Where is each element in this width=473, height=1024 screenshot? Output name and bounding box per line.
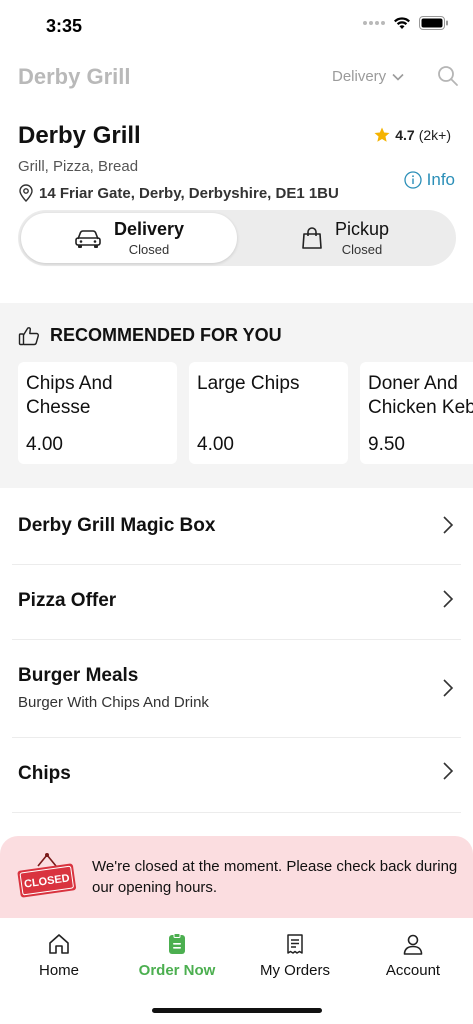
rating-score: 4.7 bbox=[395, 127, 415, 143]
search-icon bbox=[438, 66, 458, 86]
home-indicator bbox=[152, 1008, 322, 1013]
info-icon bbox=[403, 171, 422, 189]
restaurant-info: Derby Grill 4.7 (2k+) Grill, Pizza, Brea… bbox=[0, 118, 473, 278]
signal-icon bbox=[363, 21, 385, 25]
tab-my-orders[interactable]: My Orders bbox=[236, 932, 354, 979]
closed-sign-icon: CLOSED bbox=[17, 853, 77, 898]
home-icon bbox=[49, 934, 69, 954]
restaurant-name: Derby Grill bbox=[18, 122, 141, 149]
recommended-item-name: Large Chips bbox=[197, 373, 300, 394]
rating: 4.7 (2k+) bbox=[373, 126, 451, 144]
tab-my-orders-label: My Orders bbox=[259, 962, 330, 979]
recommended-item-price: 9.50 bbox=[368, 434, 405, 455]
order-mode-dropdown[interactable]: Delivery bbox=[332, 68, 404, 85]
tab-order-now[interactable]: Order Now bbox=[118, 932, 236, 979]
top-nav: Derby Grill Delivery bbox=[0, 58, 473, 98]
info-label: Info bbox=[426, 170, 455, 189]
status-icons bbox=[363, 16, 449, 30]
car-icon bbox=[75, 230, 101, 248]
chevron-right-icon bbox=[443, 516, 454, 534]
info-button[interactable]: Info bbox=[403, 170, 455, 190]
recommended-header: RECOMMENDED FOR YOU bbox=[18, 325, 282, 346]
address-text: 14 Friar Gate, Derby, Derbyshire, DE1 1B… bbox=[39, 184, 339, 202]
menu-category-title: Pizza Offer bbox=[18, 590, 117, 611]
tab-home[interactable]: Home bbox=[0, 932, 118, 979]
pickup-option[interactable]: Pickup Closed bbox=[237, 213, 453, 263]
recommended-card[interactable]: Doner And Chicken Kebab 9.50 bbox=[360, 362, 473, 464]
menu-category-row[interactable]: Derby Grill Magic Box bbox=[12, 490, 461, 565]
order-mode-label: Delivery bbox=[332, 68, 387, 85]
menu-category-row[interactable]: Burger Meals Burger With Chips And Drink bbox=[12, 640, 461, 738]
tab-account[interactable]: Account bbox=[354, 932, 472, 979]
closed-message: We're closed at the moment. Please check… bbox=[92, 858, 458, 896]
chevron-right-icon bbox=[443, 762, 454, 780]
location-pin-icon bbox=[19, 184, 33, 202]
thumbs-up-icon bbox=[18, 326, 39, 345]
menu-category-title: Derby Grill Magic Box bbox=[18, 515, 216, 536]
pickup-label: Pickup bbox=[334, 219, 390, 239]
wifi-icon bbox=[394, 17, 410, 29]
chevron-right-icon bbox=[443, 679, 454, 697]
order-mode-toggle: Delivery Closed Pickup Closed bbox=[18, 210, 456, 266]
cuisine-list: Grill, Pizza, Bread bbox=[18, 158, 139, 175]
pickup-status: Closed bbox=[341, 242, 383, 257]
delivery-status: Closed bbox=[128, 242, 170, 257]
brand-title: Derby Grill bbox=[18, 64, 131, 89]
tab-account-label: Account bbox=[385, 962, 441, 979]
order-icon bbox=[169, 933, 185, 954]
battery-icon bbox=[419, 16, 448, 30]
chevron-right-icon bbox=[443, 590, 454, 608]
status-time: 3:35 bbox=[46, 16, 83, 36]
menu-category-row[interactable]: Chips bbox=[12, 738, 461, 813]
status-bar: 3:35 bbox=[0, 0, 473, 50]
recommended-item-price: 4.00 bbox=[197, 434, 234, 455]
star-icon bbox=[374, 127, 390, 142]
recommended-card[interactable]: Chips And Chesse 4.00 bbox=[18, 362, 177, 464]
bottom-tab-bar: Home Order Now My Orders Account bbox=[0, 918, 473, 1024]
tab-home-label: Home bbox=[38, 962, 79, 979]
closed-banner: CLOSED We're closed at the moment. Pleas… bbox=[0, 836, 473, 918]
person-icon bbox=[403, 934, 423, 955]
recommended-item-name: Chips And Chesse bbox=[26, 373, 113, 418]
address: 14 Friar Gate, Derby, Derbyshire, DE1 1B… bbox=[18, 184, 339, 202]
recommended-section: RECOMMENDED FOR YOU Chips And Chesse 4.0… bbox=[0, 303, 473, 488]
menu-category-list: Derby Grill Magic Box Pizza Offer Burger… bbox=[0, 490, 473, 813]
recommended-title: RECOMMENDED FOR YOU bbox=[50, 325, 282, 345]
delivery-label: Delivery bbox=[113, 219, 185, 239]
recommended-item-price: 4.00 bbox=[26, 434, 63, 455]
search-button[interactable] bbox=[436, 64, 462, 90]
menu-category-title: Burger Meals bbox=[18, 665, 139, 686]
shopping-bag-icon bbox=[302, 227, 322, 249]
recommended-card[interactable]: Large Chips 4.00 bbox=[189, 362, 348, 464]
tab-order-now-label: Order Now bbox=[138, 962, 216, 979]
recommended-item-name: Doner And Chicken Kebab bbox=[368, 373, 473, 418]
chevron-down-icon bbox=[392, 73, 404, 81]
recommended-carousel[interactable]: Chips And Chesse 4.00 Large Chips 4.00 D… bbox=[18, 362, 473, 464]
rating-count: (2k+) bbox=[418, 127, 451, 143]
menu-category-subtitle: Burger With Chips And Drink bbox=[18, 694, 209, 711]
menu-category-title: Chips bbox=[18, 763, 71, 784]
delivery-option[interactable]: Delivery Closed bbox=[21, 213, 237, 263]
menu-category-row[interactable]: Pizza Offer bbox=[12, 565, 461, 640]
receipt-icon bbox=[287, 934, 303, 954]
